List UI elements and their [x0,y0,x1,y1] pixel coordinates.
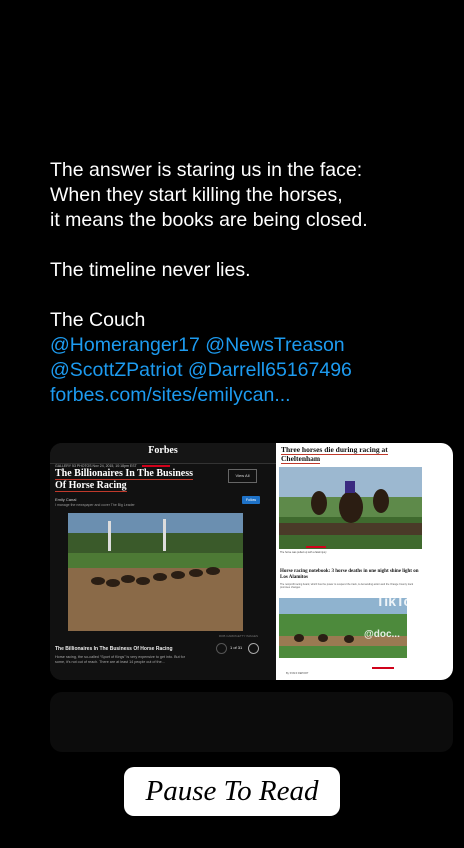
forbes-subtitle: I manage the newspaper and cover The Big… [55,503,135,507]
post-line: it means the books are being closed. [50,209,368,231]
jump-race-photo [279,467,422,549]
news-clippings: Three horses die during racing at Chelte… [276,443,453,680]
view-all-button[interactable]: View All [228,469,257,483]
forbes-logo: Forbes [148,445,178,456]
forbes-header: Forbes [50,443,276,464]
post-line: When they start killing the horses, [50,184,343,206]
image-card[interactable]: Forbes GALLERY 53 PHOTOS Nov 24, 2015, 1… [50,443,453,680]
pause-to-read-sticker: Pause To Read [124,767,340,816]
clipping-headline: Horse racing notebook: 3 horse deaths in… [280,569,419,580]
tiktok-username: @doc... [364,629,400,640]
mention-links[interactable]: @ScottZPatriot @Darrell65167496 [50,358,450,383]
post-signature: The Couch [50,309,146,331]
post-text: The answer is staring us in the face: Wh… [50,158,450,408]
clipping-title: Three horses die during racing at Chelte… [281,445,388,464]
caption-title: The Billionaires In The Business Of Hors… [55,646,173,652]
mention-links[interactable]: @Homeranger17 @NewsTreason [50,333,450,358]
second-card [50,692,453,752]
clipping-body: The nonprofit racing board, which has th… [280,583,414,589]
article-link[interactable]: forbes.com/sites/emilycan... [50,383,450,408]
photo-credit: ROB CARR/GETTY IMAGES [218,634,258,638]
forbes-title: The Billionaires In The Business Of Hors… [55,468,194,492]
prev-icon[interactable] [216,643,227,654]
caption-text: Horse racing, the so-called “Sport of Ki… [55,655,185,664]
post-line: The answer is staring us in the face: [50,159,363,181]
horse-race-photo [68,513,243,631]
next-icon[interactable] [248,643,259,654]
clipping-caption: The horse was pulled up with a fatal inj… [280,551,327,554]
pager: 1 of 31 [230,645,243,650]
follow-button[interactable]: Follow [242,496,260,504]
clipping-byline: By STAFF REPORT [286,672,309,675]
forbes-author: Emily Canal [55,497,77,502]
tiktok-watermark: TikTok [376,593,420,609]
post-line: The timeline never lies. [50,259,251,281]
forbes-screenshot: Forbes GALLERY 53 PHOTOS Nov 24, 2015, 1… [50,443,276,680]
